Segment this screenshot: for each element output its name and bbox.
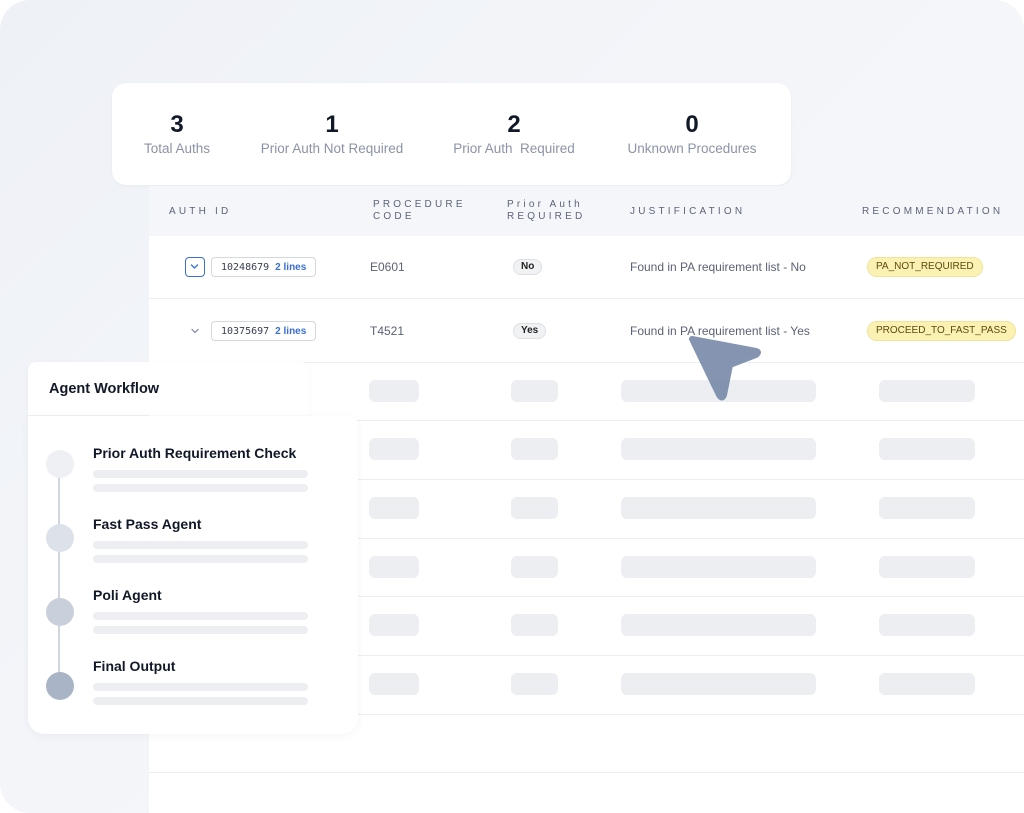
skeleton-line [93,555,308,563]
workflow-step-title: Final Output [93,658,176,674]
lines-count: 2 lines [275,261,307,273]
step-indicator [46,450,74,478]
header-prior-auth-line2: REQUIRED [507,211,586,222]
skeleton-line [93,470,308,478]
skeleton-cell [369,497,419,519]
stat-value: 1 [325,111,339,138]
auth-id-chip[interactable]: 10248679 2 lines [211,257,317,277]
table-row[interactable]: 10248679 2 lines E0601 No Found in PA re… [149,236,1024,299]
skeleton-line [93,697,308,705]
skeleton-cell [369,380,419,402]
skeleton-line [93,612,308,620]
skeleton-line [93,626,308,634]
step-indicator [46,598,74,626]
workflow-step-title: Prior Auth Requirement Check [93,445,297,461]
skeleton-cell [879,497,975,519]
workflow-step-title: Fast Pass Agent [93,516,202,532]
stat-value: 3 [170,111,184,138]
skeleton-cell [879,438,975,460]
workflow-step-title: Poli Agent [93,587,162,603]
skeleton-cell [621,673,816,695]
recommendation-badge: PROCEED_TO_FAST_PASS [867,321,1016,341]
stat-label: Total Auths [143,141,211,156]
app-frame: 3 Total Auths 1 Prior Auth Not Required … [0,0,1024,813]
stat-total-auths: 3 Total Auths [144,110,210,158]
stat-value: 2 [507,111,521,138]
skeleton-cell [621,556,816,578]
auth-id-chip[interactable]: 10375697 2 lines [211,321,317,341]
stat-required: 2 Prior Auth Required [453,110,575,158]
skeleton-cell [511,614,558,636]
header-procedure-code: PROCEDURE CODE [373,199,466,222]
lines-count: 2 lines [275,325,307,337]
stat-label: Prior Auth Required [453,141,575,156]
stat-label: Unknown Procedures [627,141,757,156]
stat-value: 0 [685,111,699,138]
skeleton-cell [511,497,558,519]
skeleton-cell [621,497,816,519]
skeleton-cell [879,556,975,578]
header-justification: JUSTIFICATION [630,206,746,217]
procedure-code: E0601 [370,260,405,274]
auth-id-value: 10248679 [221,261,270,273]
skeleton-cell [511,438,558,460]
cursor-arrow-icon [686,333,762,410]
skeleton-cell [511,556,558,578]
skeleton-cell [369,673,419,695]
agent-workflow-title: Agent Workflow [49,381,160,397]
prior-auth-badge: Yes [513,323,547,339]
skeleton-cell [879,380,975,402]
table-row[interactable]: 10375697 2 lines T4521 Yes Found in PA r… [149,299,1024,363]
recommendation-badge: PA_NOT_REQUIRED [867,257,983,277]
chevron-down-icon[interactable] [185,321,205,341]
chevron-down-icon[interactable] [185,257,205,277]
stat-not-required: 1 Prior Auth Not Required [261,110,404,158]
skeleton-cell [369,556,419,578]
skeleton-cell [879,614,975,636]
skeleton-cell [621,438,816,460]
header-recommendation: RECOMMENDATION [862,206,1004,217]
skeleton-line [93,484,308,492]
step-indicator [46,524,74,552]
skeleton-cell [511,673,558,695]
skeleton-cell [879,673,975,695]
auth-id-value: 10375697 [221,325,270,337]
skeleton-cell [369,614,419,636]
header-prior-auth-line1: Prior Auth [507,199,583,210]
stats-card: 3 Total Auths 1 Prior Auth Not Required … [112,83,791,185]
stat-unknown-procedures: 0 Unknown Procedures [627,110,756,158]
header-prior-auth-required: Prior Auth REQUIRED [507,199,607,223]
prior-auth-badge: No [513,259,543,275]
skeleton-cell [369,438,419,460]
skeleton-line [93,541,308,549]
skeleton-line [93,683,308,691]
table-header: AUTH ID PROCEDURE CODE Prior Auth REQUIR… [149,186,1024,236]
workflow-connector [58,470,60,686]
agent-workflow-header: Agent Workflow [28,362,309,415]
skeleton-cell [511,380,558,402]
step-indicator [46,672,74,700]
stat-label: Prior Auth Not Required [260,141,404,156]
justification-text: Found in PA requirement list - No [630,260,806,274]
skeleton-cell [621,614,816,636]
procedure-code: T4521 [370,324,405,338]
header-auth-id: AUTH ID [169,206,232,217]
